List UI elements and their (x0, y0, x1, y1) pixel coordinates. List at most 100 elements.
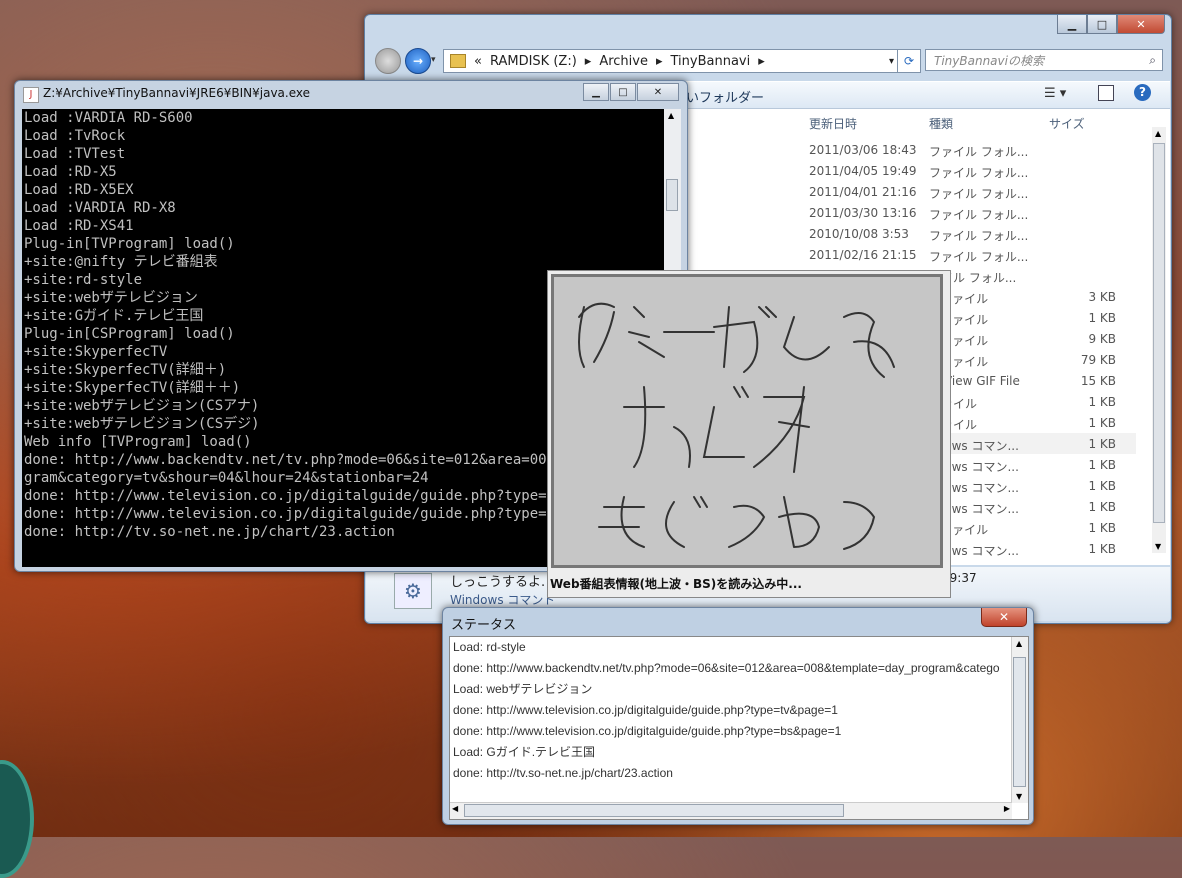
console-title: Z:¥Archive¥TinyBannavi¥JRE6¥BIN¥java.exe (43, 86, 311, 100)
chevron-right-icon: ▸ (584, 53, 592, 69)
column-header-date[interactable]: 更新日時 (809, 115, 857, 132)
preview-pane-icon[interactable] (1098, 85, 1114, 101)
file-size: 1 KB (1088, 458, 1116, 472)
console-scrollbar-thumb[interactable] (666, 179, 678, 211)
console-line: Load :TvRock (24, 128, 126, 144)
status-log-item[interactable]: Load: rd-style (450, 637, 1028, 658)
refresh-button[interactable]: ⟳ (897, 49, 921, 73)
address-dropdown-icon[interactable]: ▾ (889, 56, 894, 67)
status-window-title: ステータス (451, 618, 517, 633)
console-titlebar[interactable]: J Z:¥Archive¥TinyBannavi¥JRE6¥BIN¥java.e… (15, 81, 687, 107)
status-log-list[interactable]: Load: rd-style done: http://www.backendtv… (449, 636, 1029, 820)
splash-status-text: Web番組表情報(地上波・BS)を読み込み中... (550, 577, 802, 591)
toolbar-label[interactable]: いフォルダー (686, 87, 764, 106)
scroll-down-icon[interactable]: ▼ (1016, 792, 1022, 801)
breadcrumb-ramdisk[interactable]: RAMDISK (Z:) (490, 54, 577, 69)
status-window: ステータス ✕ Load: rd-style done: http://www.b… (442, 607, 1034, 825)
console-line: Load :VARDIA RD-S600 (24, 110, 193, 126)
console-line: Load :RD-XS41 (24, 218, 134, 234)
help-icon[interactable]: ? (1134, 84, 1151, 101)
minimize-button[interactable]: ▁ (1057, 15, 1087, 34)
breadcrumb-tinybannavi[interactable]: TinyBannavi (671, 54, 751, 69)
file-size: 1 KB (1088, 542, 1116, 556)
explorer-caption-buttons: ▁ □ ✕ (1057, 15, 1165, 34)
file-size: 15 KB (1080, 374, 1116, 388)
console-line: Load :RD-X5EX (24, 182, 134, 198)
status-close-button[interactable]: ✕ (981, 608, 1027, 627)
splash-window: Web番組表情報(地上波・BS)を読み込み中... (547, 270, 951, 598)
breadcrumb-overflow[interactable]: « (474, 54, 482, 69)
scrollbar-thumb[interactable] (1153, 143, 1165, 523)
java-icon: J (23, 87, 39, 103)
view-options-icon[interactable]: ☰ ▾ (1044, 86, 1066, 101)
console-maximize-button[interactable]: □ (610, 83, 636, 101)
scroll-left-icon[interactable]: ◀ (452, 804, 458, 813)
file-date: 2011/03/30 13:16 (809, 206, 917, 220)
file-size: 1 KB (1088, 500, 1116, 514)
console-line: Plug-in[TVProgram] load() (24, 236, 235, 252)
status-log-item[interactable]: done: http://www.television.co.jp/digita… (450, 700, 1028, 721)
search-icon: ⌕ (1149, 53, 1156, 67)
forward-button[interactable]: → (405, 48, 431, 74)
file-size: 1 KB (1088, 437, 1116, 451)
scroll-up-icon[interactable]: ▲ (1016, 639, 1022, 648)
selected-file-name: しっこうするよ. (450, 575, 546, 590)
console-line: Load :RD-X5 (24, 164, 117, 180)
file-date: 2010/10/08 3:53 (809, 227, 909, 241)
file-date: 2011/03/06 18:43 (809, 143, 917, 157)
scroll-up-icon[interactable]: ▲ (1155, 129, 1161, 138)
close-button[interactable]: ✕ (1117, 15, 1165, 34)
file-size: 9 KB (1088, 332, 1116, 346)
status-log-item[interactable]: done: http://tv.so-net.ne.jp/chart/23.ac… (450, 763, 1028, 784)
file-size: 3 KB (1088, 290, 1116, 304)
status-log-item[interactable]: Load: Gガイド.テレビ王国 (450, 742, 1028, 763)
status-horizontal-scrollbar[interactable]: ◀ ▶ (450, 802, 1012, 819)
file-type: ファイル フォル... (929, 145, 1029, 159)
console-line: Load :VARDIA RD-X8 (24, 200, 176, 216)
search-placeholder: TinyBannaviの検索 (934, 53, 1044, 68)
file-size: 1 KB (1088, 521, 1116, 535)
column-header-type[interactable]: 種類 (929, 115, 953, 132)
console-line: Load :TVTest (24, 146, 126, 162)
batch-file-icon: ⚙ (394, 573, 432, 609)
file-type: ファイル フォル... (929, 250, 1029, 264)
console-line: +site:@nifty テレビ番組表 (24, 254, 218, 270)
search-input[interactable]: TinyBannaviの検索 ⌕ (925, 49, 1163, 71)
status-hscroll-thumb[interactable] (464, 804, 844, 817)
file-type: ファイル フォル... (929, 166, 1029, 180)
scroll-down-icon[interactable]: ▼ (1155, 542, 1161, 551)
address-bar[interactable]: « RAMDISK (Z:) ▸ Archive ▸ TinyBannavi ▸… (443, 49, 901, 73)
status-log-item[interactable]: Load: webザテレビジョン (450, 679, 1028, 700)
console-close-button[interactable]: ✕ (637, 83, 679, 101)
status-log-item[interactable]: done: http://www.backendtv.net/tv.php?mo… (450, 658, 1028, 679)
vertical-scrollbar[interactable]: ▲ ▼ (1152, 127, 1166, 553)
status-vertical-scrollbar[interactable]: ▲ ▼ (1011, 637, 1028, 803)
desktop-gadget (0, 760, 34, 878)
selected-file-type: Windows コマンド (450, 593, 556, 607)
file-size: 1 KB (1088, 479, 1116, 493)
file-date: 2011/02/16 21:15 (809, 248, 917, 262)
status-log-item[interactable]: done: http://www.television.co.jp/digita… (450, 721, 1028, 742)
console-minimize-button[interactable]: ▁ (583, 83, 609, 101)
file-size: 1 KB (1088, 395, 1116, 409)
status-vscroll-thumb[interactable] (1013, 657, 1026, 787)
history-dropdown-icon[interactable]: ▾ (431, 55, 436, 65)
navigation-bar: → ▾ « RAMDISK (Z:) ▸ Archive ▸ TinyBanna… (369, 45, 1167, 75)
back-button[interactable] (375, 48, 401, 74)
scroll-right-icon[interactable]: ▶ (1004, 804, 1010, 813)
column-header-size[interactable]: サイズ (1049, 115, 1085, 132)
chevron-right-icon: ▸ (758, 53, 765, 69)
maximize-button[interactable]: □ (1087, 15, 1117, 34)
file-size: 1 KB (1088, 416, 1116, 430)
file-date: 2011/04/05 19:49 (809, 164, 917, 178)
file-type: ファイル フォル... (929, 187, 1029, 201)
file-date: 2011/04/01 21:16 (809, 185, 917, 199)
breadcrumb-archive[interactable]: Archive (599, 54, 648, 69)
scroll-up-icon[interactable]: ▲ (668, 111, 674, 120)
folder-icon (450, 54, 466, 68)
file-type: ファイル フォル... (929, 208, 1029, 222)
file-size: 1 KB (1088, 311, 1116, 325)
chevron-right-icon: ▸ (655, 53, 663, 69)
handwritten-logo (551, 274, 943, 568)
file-size: 79 KB (1080, 353, 1116, 367)
